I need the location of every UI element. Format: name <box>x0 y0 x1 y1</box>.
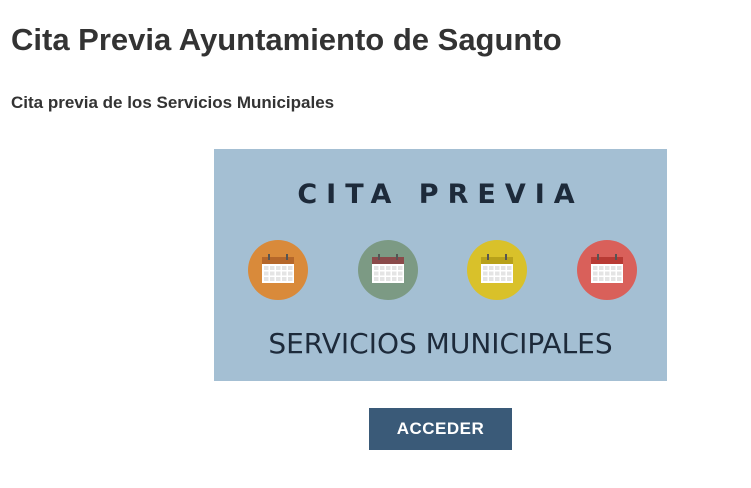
banner-bottom-text: SERVICIOS MUNICIPALES <box>268 327 613 360</box>
calendar-icon <box>467 240 527 300</box>
calendar-icon <box>248 240 308 300</box>
banner-top-text: CITA PREVIA <box>297 179 584 210</box>
calendar-icon <box>358 240 418 300</box>
acceder-button[interactable]: ACCEDER <box>369 408 512 450</box>
cita-previa-banner: CITA PREVIA SERVICIOS MUNICIPALES <box>214 149 667 381</box>
page-subtitle: Cita previa de los Servicios Municipales <box>11 93 335 112</box>
calendar-icon <box>577 240 637 300</box>
page-title: Cita Previa Ayuntamiento de Sagunto <box>11 22 562 57</box>
